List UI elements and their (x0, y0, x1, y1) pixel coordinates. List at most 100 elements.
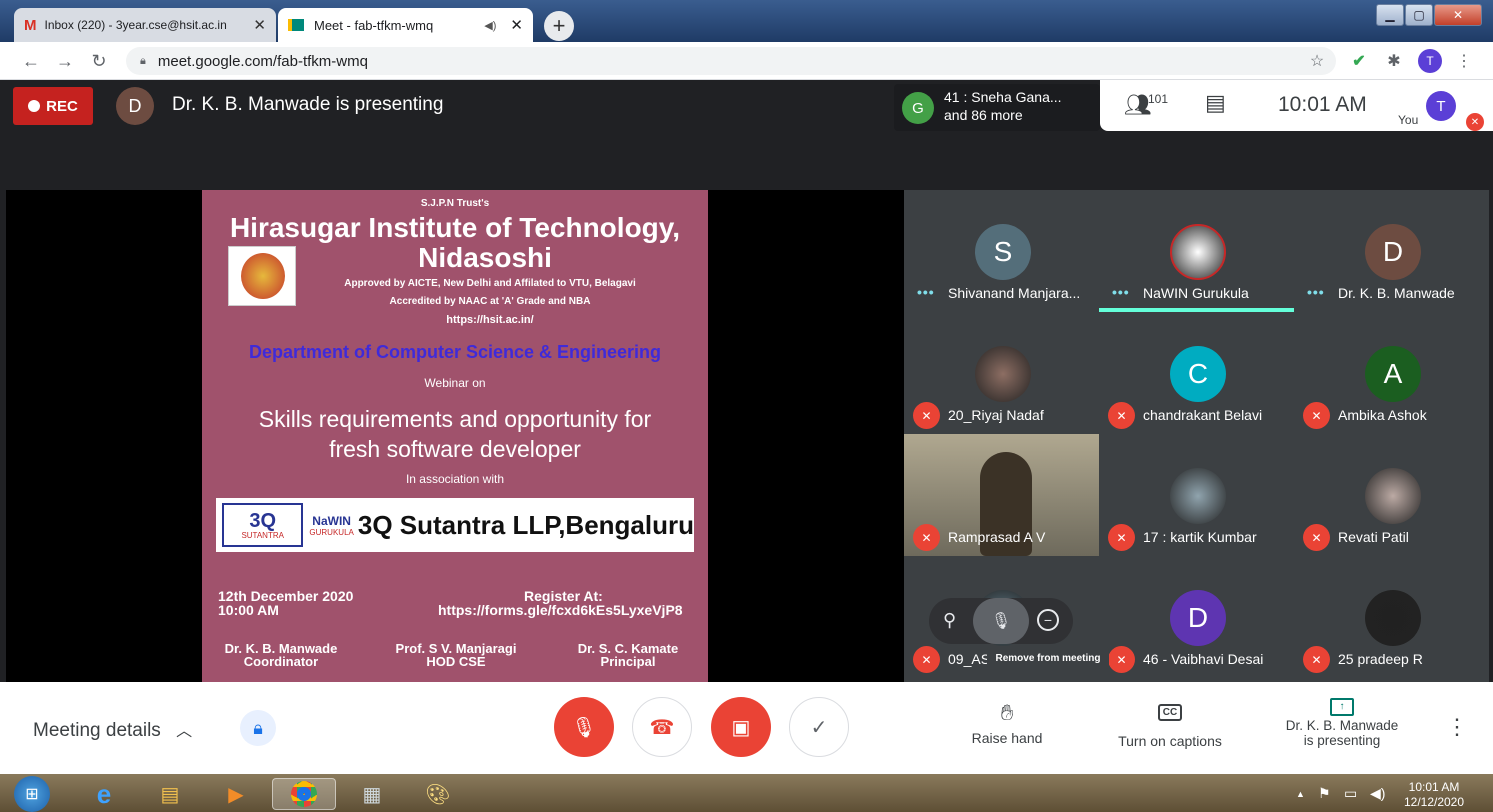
presenting-label: is presenting (1303, 733, 1381, 748)
participant-tile[interactable]: S ••• Shivanand Manjara... (904, 190, 1099, 312)
participant-tile[interactable]: ✕ 25 pradeep R (1294, 556, 1489, 678)
participant-avatar: A (1365, 346, 1421, 402)
participant-avatar (975, 346, 1031, 402)
participant-name: Ambika Ashok (1338, 407, 1427, 423)
forward-icon[interactable]: → (54, 50, 76, 72)
mic-toggle-button[interactable]: 🎙︎ (554, 697, 614, 757)
camera-toggle-button[interactable]: ▣ (711, 697, 771, 757)
gmail-icon: M (24, 16, 37, 34)
back-icon[interactable]: ← (20, 50, 42, 72)
system-clock[interactable]: 10:01 AM 12/12/2020 (1398, 780, 1470, 810)
poster-institute: Hirasugar Institute of Technology, (229, 212, 681, 243)
mic-off-icon: ✕ (913, 524, 940, 551)
more-options-icon[interactable]: ⋮ (1446, 714, 1468, 740)
sponsor-banner: 3Q SUTANTRA NaWIN GURUKULA 3Q Sutantra L… (216, 498, 694, 552)
mic-off-icon: ✕ (1303, 402, 1330, 429)
maximize-button[interactable]: ▢ (1405, 4, 1433, 26)
mic-off-icon: ✕ (1303, 646, 1330, 673)
self-avatar[interactable]: T (1426, 91, 1456, 121)
captions-button[interactable]: CC Turn on captions (1106, 702, 1234, 749)
logo-text: NaWIN (312, 513, 351, 528)
tooltip: Remove from meeting (987, 647, 1109, 669)
leave-call-button[interactable]: ☎︎ (632, 697, 692, 757)
taskbar-time: 10:01 AM (1408, 780, 1460, 794)
webinar-poster: S.J.P.N Trust's Hirasugar Institute of T… (202, 190, 708, 682)
more-dots-icon[interactable]: ••• (917, 284, 935, 300)
people-count: 101 (1148, 92, 1169, 106)
star-icon[interactable]: ☆ (1306, 50, 1328, 72)
profile-avatar[interactable]: T (1418, 49, 1442, 73)
logo-text: GURUKULA (309, 527, 354, 537)
participant-tile[interactable]: ✕ 20_Riyaj Nadaf (904, 312, 1099, 434)
participant-tile[interactable]: ✕ Revati Patil (1294, 434, 1489, 556)
rec-label: REC (46, 97, 78, 115)
network-icon[interactable]: ▭ (1344, 785, 1357, 802)
presenter-avatar: D (116, 87, 154, 125)
participant-name: Revati Patil (1338, 529, 1409, 545)
participant-tile[interactable]: ✕ Ramprasad A V (904, 434, 1099, 556)
more-dots-icon[interactable]: ••• (1307, 284, 1325, 300)
reload-icon[interactable]: ↻ (88, 50, 110, 72)
url-bar[interactable]: 🔒︎ meet.google.com/fab-tfkm-wmq (126, 47, 1336, 75)
menu-icon[interactable]: ⋮ (1453, 50, 1475, 72)
poster-approval: Approved by AICTE, New Delhi and Affilat… (344, 278, 636, 289)
participant-name: Dr. K. B. Manwade (1338, 285, 1455, 301)
poster-person: Dr. S. C. Kamate Principal (568, 642, 688, 668)
participant-tile[interactable]: D ••• Dr. K. B. Manwade (1294, 190, 1489, 312)
participant-tile[interactable]: D ✕ 46 - Vaibhavi Desai (1099, 556, 1294, 678)
tab-gmail[interactable]: M Inbox (220) - 3year.cse@hsit.ac.in ✕ (14, 8, 276, 42)
meeting-details-label: Meeting details (33, 720, 161, 741)
mic-off-icon: ✕ (1466, 113, 1484, 131)
presenting-button[interactable]: ↑ Dr. K. B. Manwade is presenting (1272, 696, 1412, 748)
meeting-details-button[interactable]: Meeting details ︿ (33, 717, 192, 742)
file-explorer-icon[interactable]: ▤ (152, 778, 188, 810)
person-role: HOD CSE (426, 654, 486, 669)
close-tab-icon[interactable]: ✕ (253, 16, 266, 34)
logo-text: SUTANTRA (241, 530, 284, 540)
logo-text: 3Q (249, 509, 277, 532)
participant-avatar: S (975, 224, 1031, 280)
participant-avatar: D (1365, 224, 1421, 280)
raise-hand-button[interactable]: ✋︎ Raise hand (962, 700, 1052, 746)
participant-tile[interactable]: ••• NaWIN Gurukula (1099, 190, 1294, 312)
participant-avatar: G (902, 92, 934, 124)
url-text: meet.google.com/fab-tfkm-wmq (157, 52, 368, 70)
tray-up-arrow-icon[interactable]: ▲ (1296, 789, 1305, 799)
check-extension-icon[interactable]: ✔ (1348, 50, 1370, 72)
calculator-icon[interactable]: ▦ (354, 778, 390, 810)
captions-label: Turn on captions (1118, 733, 1222, 749)
poster-person: Dr. K. B. Manwade Coordinator (216, 642, 346, 668)
raise-hand-label: Raise hand (971, 730, 1043, 746)
mute-participant-icon[interactable]: 🎙︎ (973, 598, 1029, 644)
start-button[interactable]: ⊞ (14, 776, 50, 812)
more-dots-icon[interactable]: ••• (1112, 284, 1130, 300)
close-window-button[interactable]: ✕ (1434, 4, 1482, 26)
paint-icon[interactable]: 🎨︎ (420, 778, 456, 810)
shield-icon[interactable]: 🔒︎ (240, 710, 276, 746)
pin-icon[interactable]: ⚲ (943, 610, 956, 631)
participant-avatar (1170, 224, 1226, 280)
remove-icon[interactable]: − (1037, 609, 1059, 631)
volume-icon[interactable]: ◀) (1370, 785, 1385, 802)
check-button[interactable]: ✓ (789, 697, 849, 757)
poster-website: https://hsit.ac.in/ (446, 314, 534, 326)
extensions-icon[interactable]: ✱ (1383, 50, 1405, 72)
flag-icon[interactable]: ⚑ (1318, 785, 1331, 802)
participant-tile[interactable]: C ✕ chandrakant Belavi (1099, 312, 1294, 434)
chrome-icon[interactable] (272, 778, 336, 810)
tab-meet[interactable]: Meet - fab-tfkm-wmq ◀) ✕ (278, 8, 533, 42)
audio-icon[interactable]: ◀) (484, 19, 496, 32)
poster-department: Department of Computer Science & Enginee… (248, 342, 662, 362)
minimize-button[interactable]: ▁ (1376, 4, 1404, 26)
chat-icon[interactable]: ▤ (1205, 90, 1226, 116)
new-tab-button[interactable]: + (544, 11, 574, 41)
lock-icon: 🔒︎ (140, 54, 146, 67)
close-tab-icon[interactable]: ✕ (510, 16, 523, 34)
participant-tile[interactable]: A ✕ Ambika Ashok (1294, 312, 1489, 434)
participant-avatar (1170, 468, 1226, 524)
presenting-title: Dr. K. B. Manwade is presenting (172, 94, 444, 115)
participant-tile[interactable]: ✕ 17 : kartik Kumbar (1099, 434, 1294, 556)
ie-icon[interactable]: e (86, 778, 122, 810)
sutantra-logo: 3Q SUTANTRA (222, 503, 304, 547)
media-player-icon[interactable]: ▶ (218, 778, 254, 810)
